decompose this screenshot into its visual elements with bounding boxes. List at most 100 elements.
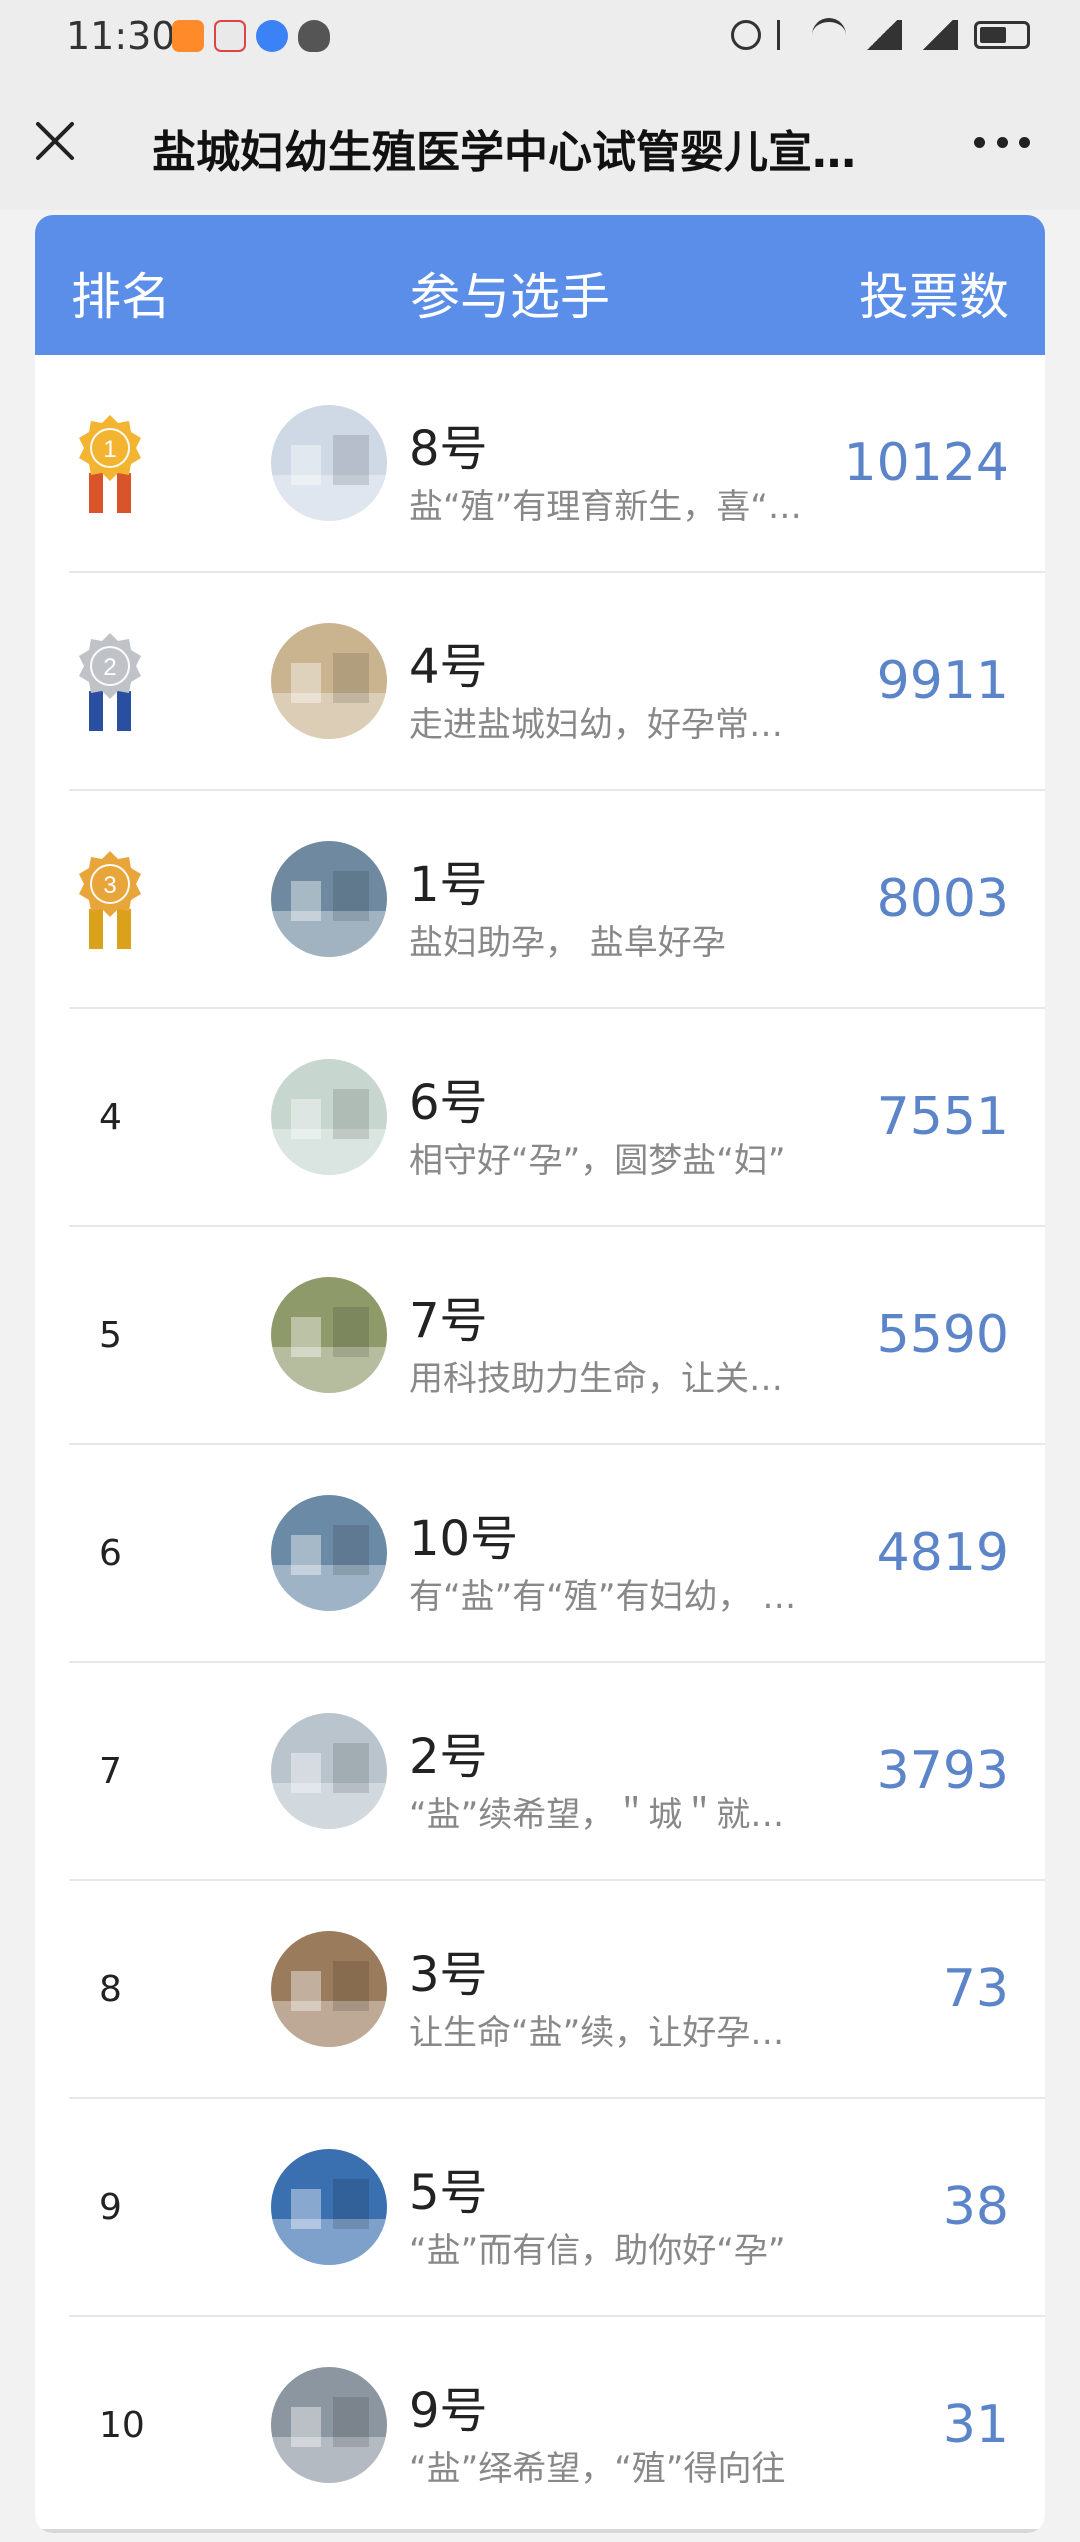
medal-rank-text: 3 bbox=[103, 872, 116, 899]
alarm-icon bbox=[731, 20, 761, 50]
vote-count: 31 bbox=[942, 2395, 1009, 2455]
medal-rank-text: 1 bbox=[103, 436, 116, 463]
participant-avatar[interactable] bbox=[271, 1495, 387, 1611]
participant-description: “盐”而有信，助你好“孕” bbox=[409, 2231, 786, 2271]
header-player: 参与选手 bbox=[410, 268, 610, 326]
ranking-card: 排名 参与选手 投票数 1 8号盐“殖”有理育新生，喜“… 10124 2 4号走进盐城… bbox=[35, 215, 1045, 2533]
more-button[interactable] bbox=[974, 132, 1030, 152]
vote-count: 7551 bbox=[876, 1087, 1009, 1147]
page-title: 盐城妇幼生殖医学中心试管婴儿宣… bbox=[152, 127, 856, 178]
header-votes: 投票数 bbox=[859, 268, 1009, 326]
ranking-header: 排名 参与选手 投票数 bbox=[35, 215, 1045, 355]
ranking-row[interactable]: 10 9号 “盐”绎希望，“殖”得向往 31 bbox=[35, 2317, 1045, 2533]
participant-description: 有“盐”有“殖”有妇幼， … bbox=[409, 1577, 797, 1617]
participant-avatar[interactable] bbox=[271, 1931, 387, 2047]
participant-description: “盐”续希望，＂城＂就… bbox=[409, 1795, 785, 1835]
vote-count: 4819 bbox=[876, 1523, 1009, 1583]
participant-avatar[interactable] bbox=[271, 1713, 387, 1829]
medal-rank-text: 2 bbox=[103, 654, 116, 681]
participant-avatar[interactable] bbox=[271, 841, 387, 957]
avatar-photo-icon bbox=[271, 1495, 387, 1611]
avatar-photo-icon bbox=[271, 1277, 387, 1393]
ranking-row[interactable]: 5 7号用科技助力生命，让关… 5590 bbox=[35, 1227, 1045, 1445]
silver-medal-icon: 2 bbox=[65, 629, 155, 739]
nav-bar: 盐城妇幼生殖医学中心试管婴儿宣… bbox=[0, 76, 1080, 210]
participant-avatar[interactable] bbox=[271, 1059, 387, 1175]
more-dot-icon bbox=[974, 136, 985, 148]
rank-number: 7 bbox=[99, 1751, 122, 1792]
vote-count: 8003 bbox=[876, 869, 1009, 929]
participant-avatar[interactable] bbox=[271, 405, 387, 521]
participant-name[interactable]: 4号 bbox=[409, 627, 488, 697]
status-app-icons bbox=[172, 20, 330, 52]
ranking-row[interactable]: 2 4号走进盐城妇幼，好孕常… 9911 bbox=[35, 573, 1045, 791]
ranking-row[interactable]: 7 2号 “盐”续希望，＂城＂就… 3793 bbox=[35, 1663, 1045, 1881]
participant-name[interactable]: 3号 bbox=[409, 1935, 488, 2005]
status-bar: 11:30 bbox=[0, 0, 1080, 76]
participant-avatar[interactable] bbox=[271, 2367, 387, 2483]
avatar-photo-icon bbox=[271, 623, 387, 739]
ranking-row[interactable]: 8 3号让生命“盐”续，让好孕… 73 bbox=[35, 1881, 1045, 2099]
avatar-photo-icon bbox=[271, 2367, 387, 2483]
browser-app-icon bbox=[256, 20, 288, 52]
participant-description: 用科技助力生命，让关… bbox=[409, 1359, 783, 1399]
gold-medal-icon: 1 bbox=[65, 411, 155, 521]
avatar-photo-icon bbox=[271, 1713, 387, 1829]
avatar-photo-icon bbox=[271, 1931, 387, 2047]
wifi-icon bbox=[812, 18, 846, 52]
close-button[interactable] bbox=[30, 116, 80, 166]
ranking-row[interactable]: 6 10号有“盐”有“殖”有妇幼， … 4819 bbox=[35, 1445, 1045, 1663]
ranking-row[interactable]: 4 6号相守好“孕”，圆梦盐“妇” 7551 bbox=[35, 1009, 1045, 1227]
close-icon bbox=[36, 122, 74, 160]
rank-number: 5 bbox=[99, 1315, 122, 1356]
participant-description: “盐”绎希望，“殖”得向往 bbox=[409, 2449, 786, 2489]
avatar-photo-icon bbox=[271, 1059, 387, 1175]
participant-name[interactable]: 9号 bbox=[409, 2371, 488, 2441]
participant-name[interactable]: 10号 bbox=[409, 1499, 518, 1569]
signal-icon bbox=[862, 20, 902, 50]
vote-count: 38 bbox=[942, 2177, 1009, 2237]
participant-name[interactable]: 7号 bbox=[409, 1281, 488, 1351]
video-app-icon bbox=[172, 20, 204, 52]
participant-description: 让生命“盐”续，让好孕… bbox=[409, 2013, 785, 2053]
rank-number: 8 bbox=[99, 1969, 122, 2010]
ranking-row[interactable]: 9 5号 “盐”而有信，助你好“孕” 38 bbox=[35, 2099, 1045, 2317]
participant-name[interactable]: 1号 bbox=[409, 845, 488, 915]
avatar-photo-icon bbox=[271, 841, 387, 957]
participant-description: 盐妇助孕， 盐阜好孕 bbox=[409, 923, 726, 963]
participant-description: 盐“殖”有理育新生，喜“… bbox=[409, 487, 802, 527]
participant-name[interactable]: 8号 bbox=[409, 409, 488, 479]
card-bottom-edge bbox=[35, 2529, 1045, 2533]
avatar-photo-icon bbox=[271, 2149, 387, 2265]
ranking-row[interactable]: 3 1号盐妇助孕， 盐阜好孕 8003 bbox=[35, 791, 1045, 1009]
participant-name[interactable]: 2号 bbox=[409, 1717, 488, 1787]
more-dot-icon bbox=[996, 136, 1008, 148]
status-indicators bbox=[731, 18, 1030, 52]
rank-number: 4 bbox=[99, 1097, 122, 1138]
participant-avatar[interactable] bbox=[271, 623, 387, 739]
participant-name[interactable]: 6号 bbox=[409, 1063, 488, 1133]
participant-name[interactable]: 5号 bbox=[409, 2153, 488, 2223]
status-time: 11:30 bbox=[66, 14, 176, 58]
more-dot-icon bbox=[1019, 136, 1030, 148]
rank-number: 9 bbox=[99, 2187, 122, 2228]
header-rank: 排名 bbox=[71, 268, 171, 326]
participant-avatar[interactable] bbox=[271, 1277, 387, 1393]
vote-count: 5590 bbox=[876, 1305, 1009, 1365]
avatar-photo-icon bbox=[271, 405, 387, 521]
ranking-row[interactable]: 1 8号盐“殖”有理育新生，喜“… 10124 bbox=[35, 355, 1045, 573]
news-app-icon bbox=[214, 20, 246, 52]
bluetooth-icon bbox=[777, 20, 796, 50]
rank-number: 6 bbox=[99, 1533, 122, 1574]
signal-icon-2 bbox=[918, 20, 958, 50]
vote-count: 9911 bbox=[876, 651, 1009, 711]
vote-count: 3793 bbox=[876, 1741, 1009, 1801]
participant-description: 相守好“孕”，圆梦盐“妇” bbox=[409, 1141, 786, 1181]
participant-avatar[interactable] bbox=[271, 2149, 387, 2265]
battery-icon bbox=[974, 21, 1030, 49]
bronze-medal-icon: 3 bbox=[65, 847, 155, 957]
rank-number: 10 bbox=[99, 2405, 145, 2446]
participant-description: 走进盐城妇幼，好孕常… bbox=[409, 705, 783, 745]
vote-count: 10124 bbox=[843, 433, 1009, 493]
vote-count: 73 bbox=[942, 1959, 1009, 2019]
